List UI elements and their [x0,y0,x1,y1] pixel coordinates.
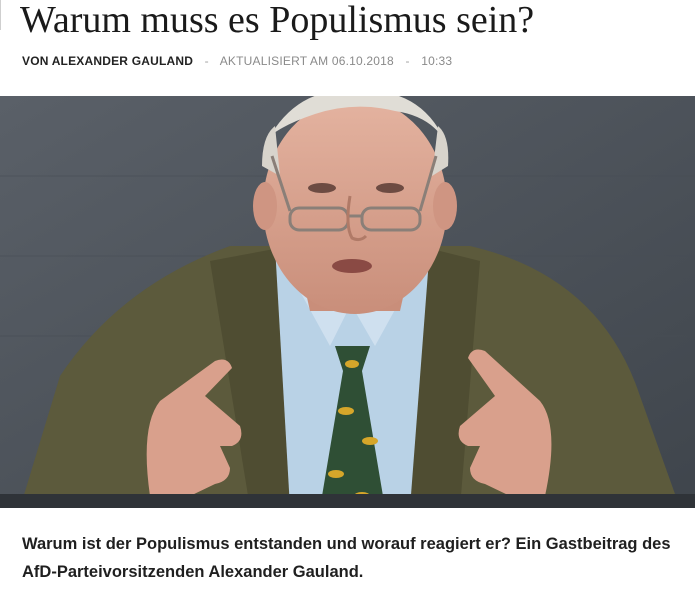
meta-separator: - [204,54,209,68]
author-byline[interactable]: VON ALEXANDER GAULAND [22,54,193,68]
speaker-portrait-illustration [0,96,695,508]
article-title: Warum muss es Populismus sein? [20,0,535,41]
updated-date: AKTUALISIERT AM 06.10.2018 [219,54,394,68]
updated-time: 10:33 [421,54,453,68]
meta-separator: - [405,54,410,68]
article-photo[interactable] [0,96,695,508]
article-meta: VON ALEXANDER GAULAND - AKTUALISIERT AM … [22,54,452,68]
left-divider [0,0,1,30]
article-teaser: Warum ist der Populismus entstanden und … [22,535,671,581]
